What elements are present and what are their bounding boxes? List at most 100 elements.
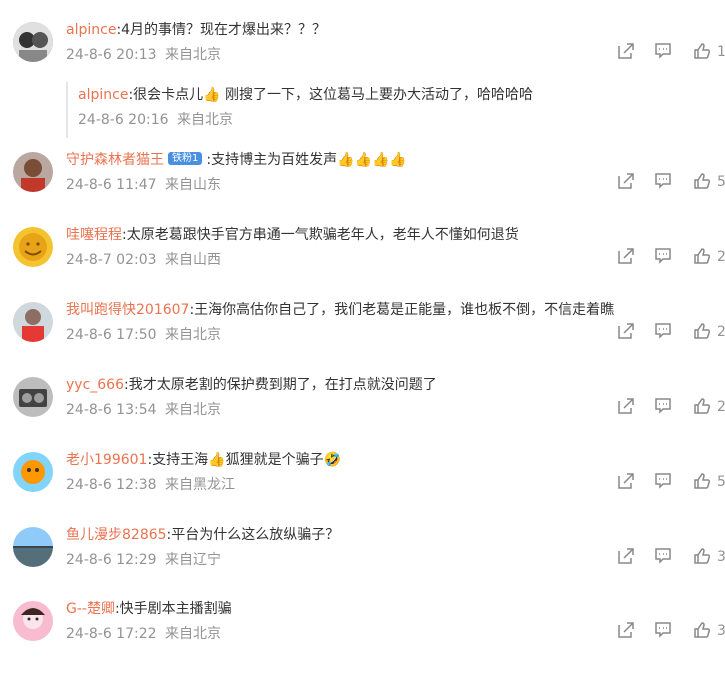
share-icon[interactable]	[617, 621, 637, 641]
share-icon[interactable]	[617, 472, 637, 492]
like-count: 5	[717, 174, 725, 190]
like-count: 2	[717, 399, 725, 415]
comment-icon[interactable]	[654, 621, 674, 641]
comment-time: 24-8-6 13:54	[66, 402, 157, 418]
comment-author[interactable]: 哇噻程程	[66, 227, 122, 243]
comment-time: 24-8-6 17:50	[66, 327, 157, 343]
like-count: 5	[717, 474, 725, 490]
comment-time: 24-8-7 02:03	[66, 252, 157, 268]
comment-time: 24-8-6 12:29	[66, 552, 157, 568]
comment-location: 来自北京	[164, 47, 221, 63]
thumbs-up-icon[interactable]	[693, 247, 713, 267]
comment-content: :王海你高估你自己了，我们老葛是正能量，谁也板不倒，不信走着瞧	[189, 302, 615, 318]
share-icon[interactable]	[617, 547, 637, 567]
avatar[interactable]	[13, 22, 53, 62]
thumbs-up-icon[interactable]	[693, 472, 713, 492]
comment-location: 来自黑龙江	[164, 477, 235, 493]
share-icon[interactable]	[617, 397, 637, 417]
avatar[interactable]	[13, 377, 53, 417]
comment-location: 来自北京	[164, 327, 221, 343]
share-icon[interactable]	[617, 322, 637, 342]
comment-item: alpince:4月的事情？现在才爆出来？？？ 24-8-6 20:13 来自北…	[0, 20, 725, 138]
comment-icon[interactable]	[654, 42, 674, 62]
like-count: 3	[717, 549, 725, 565]
comment-author[interactable]: yyc_666	[66, 377, 124, 393]
comment-item: 守护森林者猫王 铁粉1:支持博主为百姓发声👍👍👍👍 24-8-6 11:47 来自…	[0, 150, 725, 227]
comment-icon[interactable]	[654, 247, 674, 267]
comment-item: 哇噻程程:太原老葛跟快手官方串通一气欺骗老年人，老年人不懂如何退货 24-8-7…	[0, 227, 725, 302]
comment-icon[interactable]	[654, 397, 674, 417]
reply-text: alpince:很会卡点儿👍 刚搜了一下，这位葛马上要办大活动了，哈哈哈哈	[78, 85, 533, 105]
comment-text: yyc_666:我才太原老割的保护费到期了，在打点就没问题了	[66, 375, 437, 395]
thumbs-up-icon[interactable]	[693, 397, 713, 417]
reply-time: 24-8-6 20:16	[78, 112, 169, 128]
thumbs-up-icon[interactable]	[693, 172, 713, 192]
like-count: 2	[717, 249, 725, 265]
comment-meta: 24-8-7 02:03 来自山西	[66, 250, 221, 270]
comment-author[interactable]: G--楚卿	[66, 601, 115, 617]
comment-icon[interactable]	[654, 172, 674, 192]
comment-time: 24-8-6 12:38	[66, 477, 157, 493]
comment-icon[interactable]	[654, 472, 674, 492]
comment-location: 来自北京	[164, 402, 221, 418]
comment-author[interactable]: 我叫跑得快201607	[66, 302, 189, 318]
avatar[interactable]	[13, 527, 53, 567]
comment-meta: 24-8-6 12:38 来自黑龙江	[66, 475, 235, 495]
comment-meta: 24-8-6 11:47 来自山东	[66, 175, 221, 195]
reply-meta: 24-8-6 20:16 来自北京	[78, 110, 233, 130]
thumbs-up-icon[interactable]	[693, 42, 713, 62]
reply-item: alpince:很会卡点儿👍 刚搜了一下，这位葛马上要办大活动了，哈哈哈哈 24…	[66, 82, 718, 138]
comment-item: G--楚卿:快手剧本主播割骗 24-8-6 17:22 来自北京 3	[0, 601, 725, 676]
comment-content: :太原老葛跟快手官方串通一气欺骗老年人，老年人不懂如何退货	[122, 227, 519, 243]
comment-time: 24-8-6 17:22	[66, 626, 157, 642]
comment-author[interactable]: 鱼儿漫步82865	[66, 527, 167, 543]
comment-author[interactable]: alpince	[66, 22, 116, 38]
comment-item: 我叫跑得快201607:王海你高估你自己了，我们老葛是正能量，谁也板不倒，不信走…	[0, 302, 725, 377]
comment-time: 24-8-6 11:47	[66, 177, 157, 193]
avatar[interactable]	[13, 452, 53, 492]
comment-meta: 24-8-6 17:50 来自北京	[66, 325, 221, 345]
comment-content: :平台为什么这么放纵骗子？	[166, 527, 340, 543]
share-icon[interactable]	[617, 42, 637, 62]
comment-meta: 24-8-6 20:13 来自北京	[66, 45, 221, 65]
comment-item: 老小199601:支持王海👍狐狸就是个骗子🤣 24-8-6 12:38 来自黑龙…	[0, 452, 725, 527]
thumbs-up-icon[interactable]	[693, 621, 713, 641]
comment-text: 守护森林者猫王 铁粉1:支持博主为百姓发声👍👍👍👍	[66, 150, 407, 170]
like-count: 1	[717, 44, 725, 60]
thumbs-up-icon[interactable]	[693, 547, 713, 567]
comment-item: yyc_666:我才太原老割的保护费到期了，在打点就没问题了 24-8-6 13…	[0, 377, 725, 452]
comment-location: 来自北京	[164, 626, 221, 642]
comment-text: 我叫跑得快201607:王海你高估你自己了，我们老葛是正能量，谁也板不倒，不信走…	[66, 300, 614, 320]
thumbs-up-icon[interactable]	[693, 322, 713, 342]
comment-author[interactable]: 老小199601	[66, 452, 147, 468]
comment-location: 来自山西	[164, 252, 221, 268]
comment-meta: 24-8-6 12:29 来自辽宁	[66, 550, 221, 570]
share-icon[interactable]	[617, 247, 637, 267]
avatar[interactable]	[13, 152, 53, 192]
avatar[interactable]	[13, 227, 53, 267]
comment-item: 鱼儿漫步82865:平台为什么这么放纵骗子？ 24-8-6 12:29 来自辽宁…	[0, 527, 725, 602]
reply-location: 来自北京	[176, 112, 233, 128]
avatar[interactable]	[13, 302, 53, 342]
comment-content: :我才太原老割的保护费到期了，在打点就没问题了	[124, 377, 437, 393]
comment-meta: 24-8-6 13:54 来自北京	[66, 400, 221, 420]
comment-text: 鱼儿漫步82865:平台为什么这么放纵骗子？	[66, 525, 339, 545]
comment-icon[interactable]	[654, 547, 674, 567]
comment-text: 哇噻程程:太原老葛跟快手官方串通一气欺骗老年人，老年人不懂如何退货	[66, 225, 519, 245]
comment-location: 来自山东	[164, 177, 221, 193]
like-count: 3	[717, 623, 725, 639]
reply-author[interactable]: alpince	[78, 87, 128, 103]
comment-text: 老小199601:支持王海👍狐狸就是个骗子🤣	[66, 450, 341, 470]
comment-content: :快手剧本主播割骗	[114, 601, 232, 617]
share-icon[interactable]	[617, 172, 637, 192]
like-count: 2	[717, 324, 725, 340]
comment-author[interactable]: 守护森林者猫王	[66, 152, 164, 168]
comment-icon[interactable]	[654, 322, 674, 342]
comment-text: alpince:4月的事情？现在才爆出来？？？	[66, 20, 326, 40]
comment-content: :支持博主为百姓发声👍👍👍👍	[206, 152, 407, 168]
comment-meta: 24-8-6 17:22 来自北京	[66, 624, 221, 644]
avatar[interactable]	[13, 601, 53, 641]
comment-text: G--楚卿:快手剧本主播割骗	[66, 599, 232, 619]
reply-content: :很会卡点儿👍 刚搜了一下，这位葛马上要办大活动了，哈哈哈哈	[128, 87, 534, 103]
comment-time: 24-8-6 20:13	[66, 47, 157, 63]
